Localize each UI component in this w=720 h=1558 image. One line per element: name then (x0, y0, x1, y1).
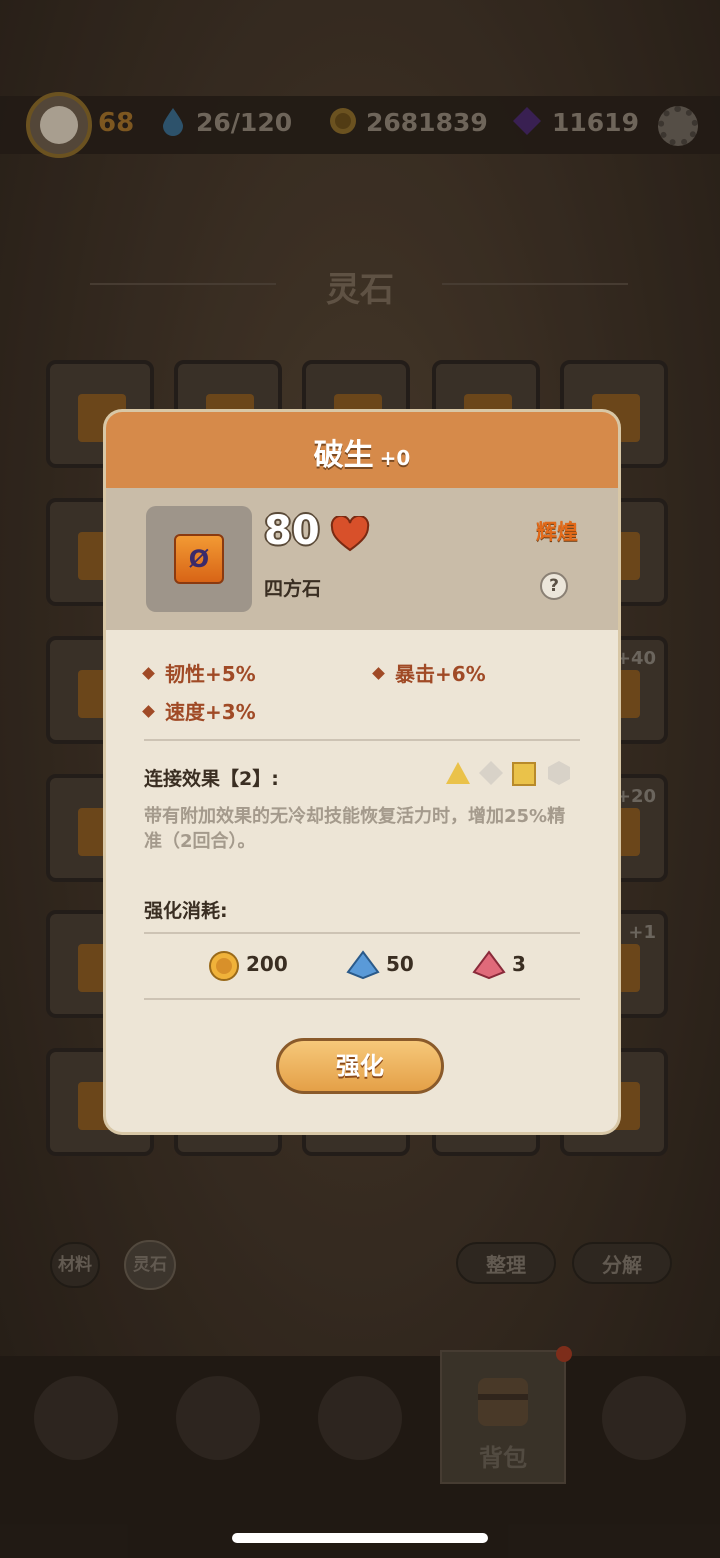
divider (144, 739, 580, 741)
item-type: 四方石 (264, 578, 322, 600)
cost-gold-amount: 200 (246, 952, 288, 976)
cost-red-amount: 3 (512, 952, 526, 976)
stat-line: 速度+3% (142, 696, 256, 725)
enhance-button[interactable]: 强化 (276, 1038, 444, 1094)
diamond-grey-icon (479, 761, 503, 785)
stat-line: 韧性+5% (142, 658, 256, 687)
rarity-label: 辉煌 (536, 520, 578, 544)
link-effect-label: 连接效果【2】: (144, 768, 279, 790)
spirit-stone-icon: Ø (174, 534, 224, 584)
item-name: 破生 (313, 438, 374, 473)
help-icon[interactable]: ? (540, 572, 568, 600)
stat-text: 速度+3% (165, 700, 256, 724)
item-power: 80 (264, 508, 320, 554)
triangle-gold-icon (446, 762, 470, 784)
item-info-panel: Ø 80 四方石 辉煌 (106, 488, 618, 630)
blue-crystal-icon (346, 950, 380, 980)
home-indicator[interactable] (232, 1533, 488, 1543)
divider (144, 932, 580, 934)
link-effect-description: 带有附加效果的无冷却技能恢复活力时，增加25%精准（2回合）。 (144, 806, 566, 852)
divider (144, 998, 580, 1000)
heart-icon (330, 516, 370, 552)
stat-line: 暴击+6% (372, 658, 486, 687)
item-enhance-level: +0 (379, 446, 411, 470)
item-detail-modal: 破生 +0 Ø 80 四方石 辉煌 ? 韧性+5% 暴击+6% 速度+3% 连接效… (106, 412, 618, 1132)
cost-label: 强化消耗: (144, 900, 228, 922)
stat-text: 暴击+6% (395, 662, 486, 686)
item-icon-frame: Ø (146, 506, 252, 612)
square-gold-icon (512, 762, 536, 786)
hexagon-grey-icon (548, 761, 570, 785)
cost-blue-amount: 50 (386, 952, 414, 976)
gold-coin-icon (209, 951, 239, 981)
modal-title: 破生 +0 (106, 430, 618, 474)
stat-text: 韧性+5% (165, 662, 256, 686)
red-crystal-icon (472, 950, 506, 980)
